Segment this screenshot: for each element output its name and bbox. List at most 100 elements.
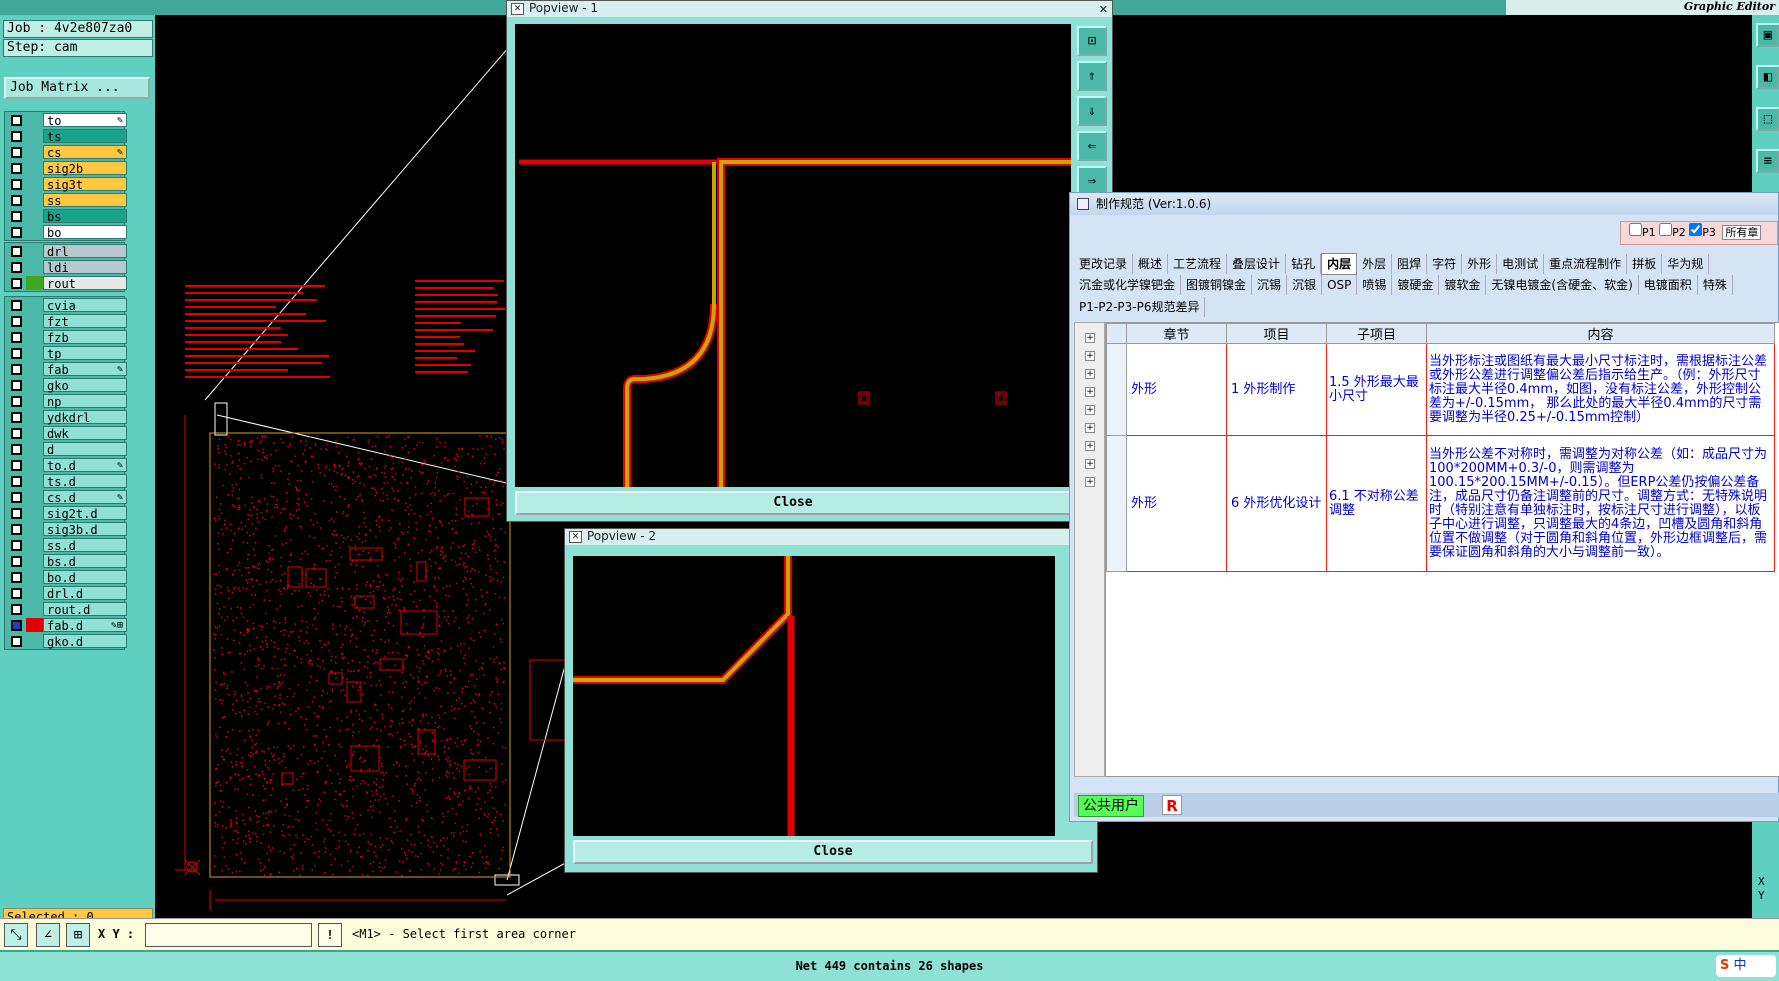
xy-input[interactable] <box>145 923 312 947</box>
layer-color-swatch[interactable] <box>26 410 44 424</box>
layer-color-swatch[interactable] <box>26 161 44 175</box>
layer-checkbox[interactable] <box>11 300 22 311</box>
layer-row[interactable]: tp <box>5 345 127 361</box>
tab-tabs_row1-13[interactable]: 华为规 <box>1662 254 1710 274</box>
expand-icon[interactable]: + <box>1085 423 1095 433</box>
layer-name[interactable]: sig3t <box>43 177 127 192</box>
table-row[interactable]: 外形 6 外形优化设计 6.1 不对称公差调整 当外形公差不对称时，需调整为对称… <box>1106 435 1775 572</box>
layer-name[interactable]: to.d ✎ <box>43 458 127 473</box>
layer-checkbox[interactable] <box>11 147 22 158</box>
expand-icon[interactable]: + <box>1085 369 1095 379</box>
tab-tabs_row1-1[interactable]: 概述 <box>1133 254 1169 274</box>
layer-row[interactable]: bs <box>5 208 127 224</box>
layer-checkbox[interactable] <box>11 476 22 487</box>
layer-row[interactable]: rout <box>5 275 127 291</box>
p3-checkbox[interactable] <box>1689 223 1703 236</box>
tab-tabs_row1-3[interactable]: 叠层设计 <box>1227 254 1287 274</box>
layer-row[interactable]: ydkdrl <box>5 409 127 425</box>
layer-color-swatch[interactable] <box>26 506 44 520</box>
layer-checkbox[interactable] <box>11 262 22 273</box>
layer-name[interactable]: cvia <box>43 298 127 313</box>
layer-name[interactable]: drl.d <box>43 586 127 601</box>
layer-color-swatch[interactable] <box>26 225 44 239</box>
p1-checkbox[interactable] <box>1629 223 1642 236</box>
layer-color-swatch[interactable] <box>26 330 44 344</box>
popview-1-close-button[interactable]: Close <box>515 491 1071 515</box>
layer-row[interactable]: bo <box>5 224 127 240</box>
layer-row[interactable]: d <box>5 441 127 457</box>
layer-color-swatch[interactable] <box>26 193 44 207</box>
layer-row[interactable]: bs.d <box>5 553 127 569</box>
layer-color-swatch[interactable] <box>26 129 44 143</box>
layer-checkbox[interactable] <box>11 428 22 439</box>
layer-color-swatch[interactable] <box>26 362 44 376</box>
popview-left-icon[interactable]: ⇐ <box>1077 131 1107 161</box>
layer-color-swatch[interactable] <box>26 145 44 159</box>
tool-window-icon[interactable]: ▣ <box>1756 23 1779 47</box>
layer-row[interactable]: sig3t <box>5 176 127 192</box>
layer-color-swatch[interactable] <box>26 586 44 600</box>
layer-checkbox[interactable] <box>11 636 22 647</box>
layer-name[interactable]: fab.d ✎⊞ <box>43 618 127 633</box>
layer-checkbox[interactable] <box>11 179 22 190</box>
layer-checkbox[interactable] <box>11 540 22 551</box>
tab-tabs_row1-10[interactable]: 电测试 <box>1497 254 1545 274</box>
layer-checkbox[interactable] <box>11 524 22 535</box>
grid-icon[interactable]: ⊞ <box>66 923 90 947</box>
layer-row[interactable]: to.d ✎ <box>5 457 127 473</box>
layer-name[interactable]: cs.d ✎ <box>43 490 127 505</box>
popview-1-titlebar[interactable]: ✕ Popview - 1 ✕ <box>507 1 1112 17</box>
layer-color-swatch[interactable] <box>26 458 44 472</box>
tab-tabs_row1-11[interactable]: 重点流程制作 <box>1544 254 1628 274</box>
layer-color-swatch[interactable] <box>26 394 44 408</box>
expand-icon[interactable]: + <box>1085 441 1095 451</box>
layer-row[interactable]: dwk <box>5 425 127 441</box>
layer-checkbox[interactable] <box>11 444 22 455</box>
layer-row[interactable]: cs.d ✎ <box>5 489 127 505</box>
tab-tabs_row1-4[interactable]: 钻孔 <box>1286 254 1322 274</box>
ime-indicator[interactable]: S 中 <box>1716 955 1776 977</box>
layer-name[interactable]: fzb <box>43 330 127 345</box>
tab-tabs_row2-5[interactable]: 喷锡 <box>1357 275 1393 295</box>
layer-row[interactable]: bo.d <box>5 569 127 585</box>
layer-checkbox[interactable] <box>11 556 22 567</box>
layer-color-swatch[interactable] <box>26 490 44 504</box>
layer-color-swatch[interactable] <box>26 260 44 274</box>
layer-checkbox[interactable] <box>11 412 22 423</box>
layer-name[interactable]: sig2b <box>43 161 127 176</box>
layer-checkbox[interactable] <box>11 163 22 174</box>
layer-name[interactable]: drl <box>43 244 127 259</box>
layer-name[interactable]: ldi <box>43 260 127 275</box>
layer-name[interactable]: tp <box>43 346 127 361</box>
layer-color-swatch[interactable] <box>26 538 44 552</box>
layer-name[interactable]: gko <box>43 378 127 393</box>
popview-1-canvas[interactable] <box>515 24 1071 487</box>
layer-row[interactable]: gko.d <box>5 633 127 649</box>
layer-name[interactable]: rout.d <box>43 602 127 617</box>
tab-tabs_row1-2[interactable]: 工艺流程 <box>1168 254 1228 274</box>
layer-checkbox[interactable] <box>11 364 22 375</box>
layer-name[interactable]: sig2t.d <box>43 506 127 521</box>
layer-color-swatch[interactable] <box>26 244 44 258</box>
tab-tabs_row2-8[interactable]: 无镍电镀金(含硬金、软金) <box>1486 275 1639 295</box>
layer-row[interactable]: drl.d <box>5 585 127 601</box>
popview-down-icon[interactable]: ⇓ <box>1077 96 1107 126</box>
layer-row[interactable]: cs ✎ <box>5 144 127 160</box>
zoom-area-icon[interactable]: ⤡ <box>4 923 28 947</box>
layer-checkbox[interactable] <box>11 348 22 359</box>
popview-fit-icon[interactable]: ⊡ <box>1077 26 1107 56</box>
layer-name[interactable]: ts.d <box>43 474 127 489</box>
layer-row[interactable]: ldi <box>5 259 127 275</box>
layer-name[interactable]: bs <box>43 209 127 224</box>
layer-checkbox[interactable] <box>11 508 22 519</box>
tool-arrow-icon[interactable]: ◧ <box>1756 65 1779 89</box>
col-content[interactable]: 内容 <box>1426 323 1775 344</box>
layer-checkbox[interactable] <box>11 588 22 599</box>
layer-color-swatch[interactable] <box>26 276 44 290</box>
layer-row[interactable]: fab.d ✎⊞ <box>5 617 127 633</box>
layer-checkbox[interactable] <box>11 332 22 343</box>
layer-checkbox[interactable] <box>11 246 22 257</box>
tool-resize-icon[interactable]: ⬚ <box>1756 107 1779 131</box>
layer-checkbox[interactable] <box>11 460 22 471</box>
layer-color-swatch[interactable] <box>26 426 44 440</box>
